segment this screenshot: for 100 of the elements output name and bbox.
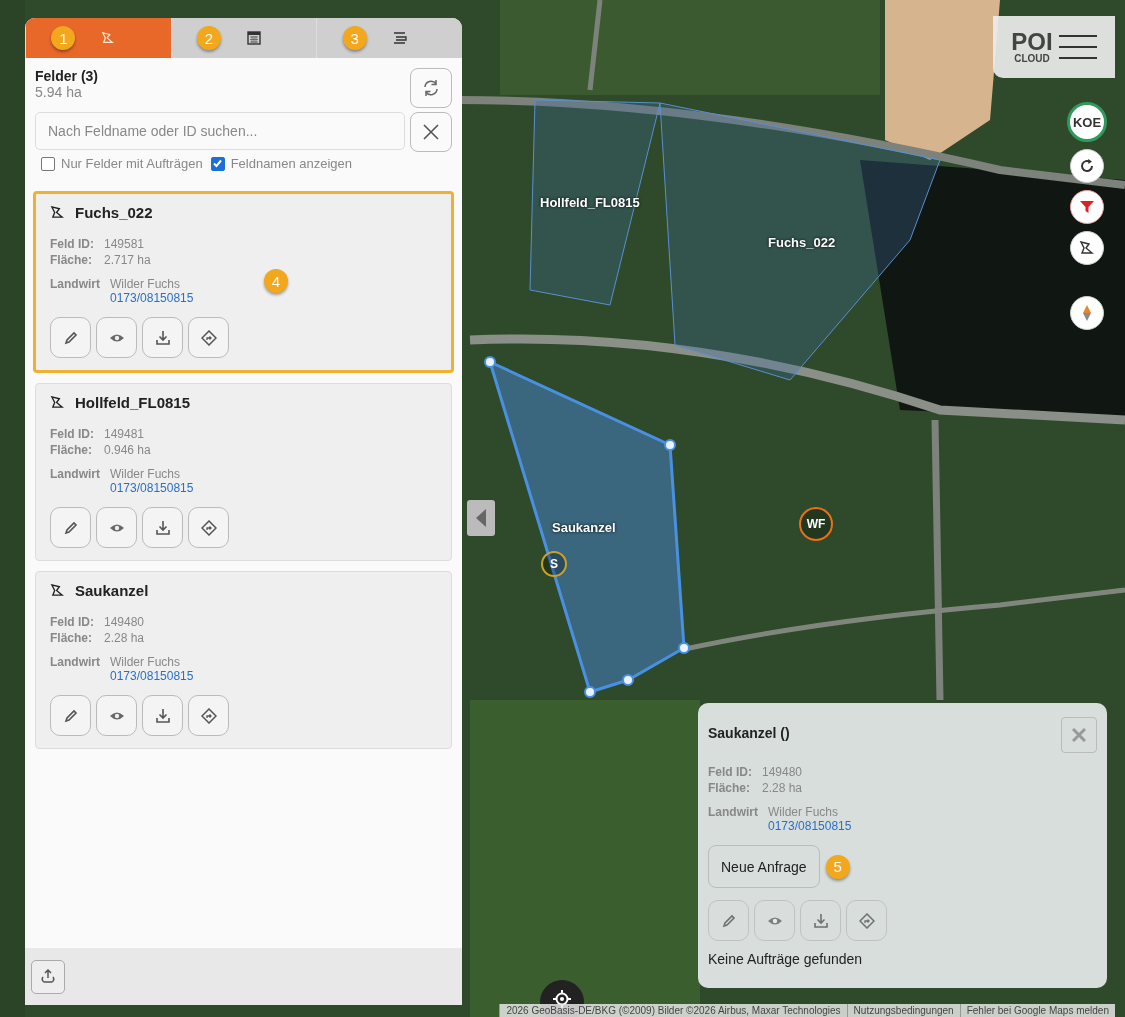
directions-icon [200,329,217,346]
directions-button[interactable] [188,507,229,548]
field-id: 149481 [104,427,145,441]
download-button[interactable] [142,695,183,736]
edit-button[interactable] [708,900,749,941]
field-label: Fläche: [50,631,93,645]
field-id: 149480 [104,615,145,629]
directions-icon [200,707,217,724]
field-name-label: Saukanzel [552,520,616,535]
download-icon [154,707,171,724]
field-name: Fuchs_022 [75,204,153,221]
logo-subtext: CLOUD [1014,54,1050,64]
field-card[interactable]: Saukanzel Feld ID: 149480 Fläche: 2.28 ha Landwirt Wilder Fuchs 0173/08150815 [35,571,452,749]
polygon-icon [50,395,65,410]
phone-link[interactable]: 0173/08150815 [110,481,194,495]
polygon-icon [50,205,65,220]
close-button[interactable] [1061,717,1097,753]
calendar-icon [247,31,261,45]
field-label: Feld ID: [50,427,94,441]
field-area: 2.28 ha [104,631,145,645]
farmer-name: Wilder Fuchs [110,467,181,481]
field-name: Saukanzel [75,582,149,599]
field-name-label: Fuchs_022 [768,235,836,250]
edit-button[interactable] [50,695,91,736]
field-label: Fläche: [50,443,93,457]
refresh-icon [422,79,440,97]
field-area: 2.717 ha [104,253,151,267]
checkbox[interactable] [210,156,225,171]
field-label: Landwirt [50,277,100,293]
field-label: Fläche: [708,781,751,795]
attribution-text[interactable]: 2026 GeoBasis-DE/BKG (©2009) Bilder ©2026 Airbus, Maxar Technologies [499,1004,847,1017]
checkbox-label: Feldnamen anzeigen [230,156,353,171]
pencil-icon [720,912,737,929]
refresh-button[interactable] [410,68,452,108]
reload-icon [1079,158,1095,174]
view-button[interactable] [96,695,137,736]
field-area: 2.28 ha [762,781,803,795]
map-marker[interactable]: WF [799,507,833,541]
phone-link[interactable]: 0173/08150815 [110,291,194,305]
view-button[interactable] [96,507,137,548]
field-id: 149581 [104,237,145,251]
field-label: Feld ID: [708,765,752,779]
directions-icon [858,912,875,929]
popup-title: Saukanzel () [708,725,790,741]
directions-button[interactable] [188,317,229,358]
panel-title: Felder (3) [35,68,98,84]
search-field[interactable]: Nach Feldname oder ID suchen... [35,112,405,150]
map-marker[interactable]: S [541,551,567,577]
compass-icon [1082,305,1092,321]
field-card[interactable]: Hollfeld_FL0815 Feld ID: 149481 Fläche: 0.946 ha Landwirt Wilder Fuchs 0173/08150815 [35,383,452,561]
pencil-icon [62,519,79,536]
download-button[interactable] [800,900,841,941]
annotation-badge: 4 [264,269,288,293]
directions-button[interactable] [188,695,229,736]
edit-button[interactable] [50,317,91,358]
directions-icon [200,519,217,536]
empty-message: Keine Aufträge gefunden [708,951,864,967]
list-icon [392,31,407,45]
phone-link[interactable]: 0173/08150815 [110,669,194,683]
field-polygon[interactable] [529,99,661,306]
field-label: Fläche: [50,253,93,267]
clear-search-button[interactable] [410,112,452,152]
checkbox[interactable] [41,156,55,171]
field-card[interactable]: Fuchs_022 Feld ID: 149581 Fläche: 2.717 ha Landwirt Wilder Fuchs 0173/08150815 4 [33,191,454,373]
new-request-button[interactable]: Neue Anfrage [708,845,820,888]
field-label: Feld ID: [50,615,94,629]
pencil-icon [62,707,79,724]
annotation-badge: 2 [197,26,221,50]
upload-button[interactable] [31,959,65,994]
directions-button[interactable] [846,900,887,941]
attribution-text[interactable]: Fehler bei Google Maps melden [959,1004,1115,1017]
annotation-badge: 1 [51,26,76,50]
upload-icon [40,968,56,985]
download-button[interactable] [142,507,183,548]
attribution-text[interactable]: Nutzungsbedingungen [846,1004,960,1017]
phone-link[interactable]: 0173/08150815 [768,819,852,833]
close-icon [1072,728,1086,742]
checkbox-label: Nur Felder mit Aufträgen [61,156,203,171]
farmer-name: Wilder Fuchs [110,277,181,291]
view-button[interactable] [754,900,795,941]
collapse-panel-button[interactable] [467,500,495,536]
download-icon [812,912,829,929]
field-label: Feld ID: [50,237,94,251]
annotation-badge: 3 [342,26,367,50]
field-label: Landwirt [708,805,758,821]
download-button[interactable] [142,317,183,358]
field-label: Landwirt [50,655,100,671]
menu-icon[interactable] [1058,34,1097,60]
field-name-label: Hollfeld_FL0815 [540,195,640,210]
download-icon [154,329,171,346]
download-icon [154,519,171,536]
farmer-name: Wilder Fuchs [768,805,839,819]
farmer-name: Wilder Fuchs [110,655,181,669]
triangle-left-icon [476,509,486,527]
selected-field-polygon[interactable] [484,356,690,698]
field-area: 0.946 ha [104,443,151,457]
field-id: 149480 [762,765,803,779]
edit-button[interactable] [50,507,91,548]
total-area: 5.94 ha [35,84,98,100]
view-button[interactable] [96,317,137,358]
